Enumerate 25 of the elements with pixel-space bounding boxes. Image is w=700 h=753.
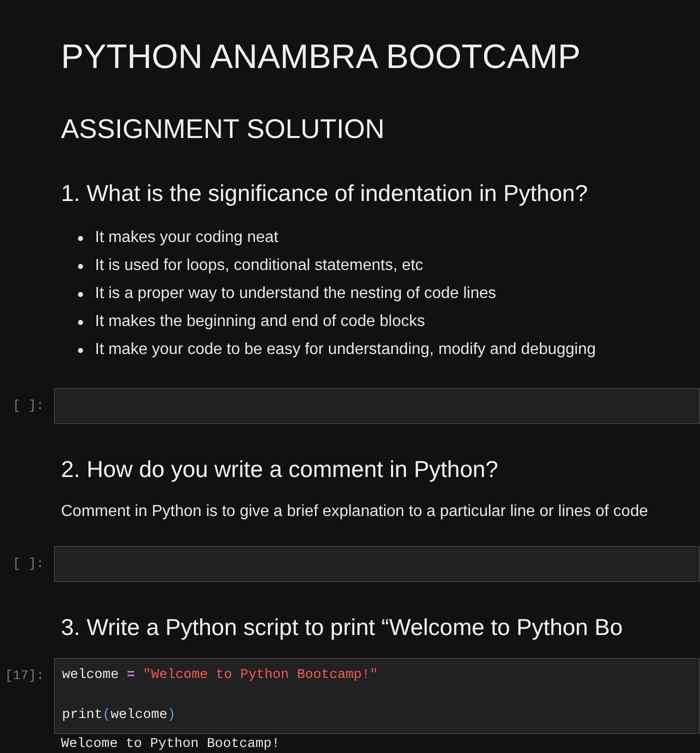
bullet-icon — [78, 292, 83, 296]
list-item: It makes your coding neat — [95, 228, 278, 248]
bullet-icon — [78, 264, 83, 268]
section-heading: ASSIGNMENT SOLUTION — [60, 113, 386, 146]
code-cell[interactable] — [54, 546, 700, 582]
cell-prompt: [17]: — [4, 667, 45, 685]
list-item: It make your code to be easy for understanding, modify and debugging — [95, 340, 596, 360]
bullet-icon — [78, 348, 83, 352]
cell-prompt: [ ]: — [12, 397, 45, 415]
page-title: PYTHON ANAMBRA BOOTCAMP — [60, 37, 582, 78]
code-line: welcome = "Welcome to Python Bootcamp!" — [62, 667, 379, 685]
cell-output: Welcome to Python Bootcamp! — [60, 736, 281, 753]
code-line: print(welcome) — [62, 707, 176, 725]
question-heading: 3. Write a Python script to print “Welcome to Python Bo — [60, 613, 624, 642]
question-heading: 1. What is the significance of indentation in Python? — [60, 179, 589, 208]
list-item: It is a proper way to understand the nesting of code lines — [95, 284, 496, 304]
cell-prompt: [ ]: — [12, 555, 45, 573]
code-cell[interactable]: welcome = "Welcome to Python Bootcamp!" print(welcome) — [54, 658, 700, 734]
list-item: It is used for loops, conditional statements, etc — [95, 256, 424, 276]
list-item: It makes the beginning and end of code blocks — [95, 312, 425, 332]
bullet-icon — [78, 236, 83, 240]
bullet-icon — [78, 320, 83, 324]
paragraph: Comment in Python is to give a brief explanation to a particular line or lines of code — [60, 502, 649, 522]
code-cell[interactable] — [54, 388, 700, 424]
question-heading: 2. How do you write a comment in Python? — [60, 455, 500, 484]
